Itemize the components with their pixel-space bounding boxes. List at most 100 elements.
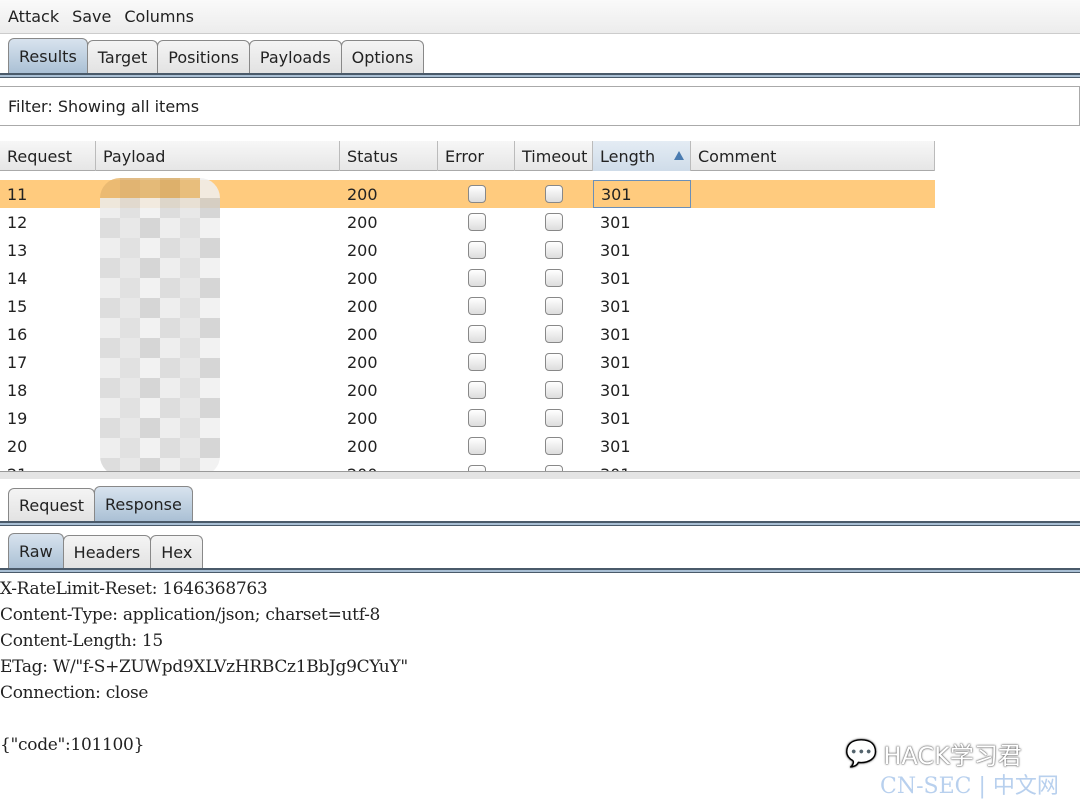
cell-request: 21 (0, 460, 96, 472)
col-request[interactable]: Request (0, 141, 96, 171)
cell-status: 200 (347, 240, 378, 260)
mosaic-tile (140, 238, 160, 258)
mosaic-tile (120, 358, 140, 378)
mosaic-tile (120, 238, 140, 258)
tab-options[interactable]: Options (340, 40, 425, 74)
mosaic-tile (120, 198, 140, 218)
tab-payloads[interactable]: Payloads (248, 40, 342, 74)
watermark-text: HACK学习君 (883, 742, 1022, 770)
mosaic-tile (120, 258, 140, 278)
cell-status: 200 (347, 296, 378, 316)
mosaic-tile (140, 198, 160, 218)
mosaic-tile (200, 338, 220, 358)
mosaic-tile (180, 178, 200, 198)
timeout-checkbox[interactable] (545, 325, 563, 343)
error-checkbox[interactable] (467, 185, 486, 203)
timeout-checkbox[interactable] (545, 241, 563, 259)
col-status[interactable]: Status (340, 141, 438, 171)
col-timeout[interactable]: Timeout (515, 141, 593, 171)
mosaic-tile (160, 338, 180, 358)
watermark: 💬 HACK学习君 (845, 736, 1022, 771)
mosaic-tile (180, 338, 200, 358)
table-header: Request Payload Status Error Timeout Len… (0, 141, 935, 171)
mosaic-tile (100, 258, 120, 278)
timeout-checkbox[interactable] (545, 409, 563, 427)
error-checkbox[interactable] (467, 437, 486, 455)
error-checkbox[interactable] (467, 269, 486, 287)
col-error[interactable]: Error (438, 141, 515, 171)
mosaic-tile (200, 378, 220, 398)
mosaic-tile (120, 278, 140, 298)
tab-divider (0, 521, 1080, 526)
tab-headers[interactable]: Headers (62, 535, 152, 569)
mosaic-tile (160, 198, 180, 218)
error-checkbox[interactable] (467, 381, 486, 399)
mosaic-tile (160, 238, 180, 258)
error-checkbox[interactable] (467, 213, 486, 231)
cell-request: 20 (7, 436, 28, 456)
mosaic-tile (200, 318, 220, 338)
response-body[interactable]: X-RateLimit-Reset: 1646368763 Content-Typ… (0, 576, 408, 758)
cell-status: 200 (347, 408, 378, 428)
col-comment[interactable]: Comment (691, 141, 935, 171)
error-checkbox[interactable] (467, 353, 486, 371)
tab-results[interactable]: Results (8, 38, 88, 74)
cell-timeout (515, 264, 593, 292)
error-checkbox[interactable] (467, 409, 486, 427)
col-length[interactable]: Length (593, 141, 691, 171)
cell-request: 16 (7, 324, 28, 344)
error-checkbox[interactable] (467, 325, 486, 343)
tab-response[interactable]: Response (94, 486, 193, 522)
mosaic-tile (200, 358, 220, 378)
mosaic-tile (180, 418, 200, 438)
col-payload[interactable]: Payload (96, 141, 340, 171)
cell-timeout (515, 432, 593, 460)
timeout-checkbox[interactable] (545, 437, 563, 455)
menu-attack[interactable]: Attack (8, 7, 59, 26)
mosaic-tile (200, 258, 220, 278)
mosaic-tile (160, 218, 180, 238)
cell-comment (691, 236, 935, 264)
mosaic-tile (180, 378, 200, 398)
error-checkbox[interactable] (467, 241, 486, 259)
mosaic-tile (140, 318, 160, 338)
timeout-checkbox[interactable] (545, 269, 563, 287)
error-checkbox[interactable] (467, 297, 486, 315)
timeout-checkbox[interactable] (545, 381, 563, 399)
mosaic-tile (180, 318, 200, 338)
mosaic-tile (200, 418, 220, 438)
mosaic-tile (140, 398, 160, 418)
mosaic-tile (200, 438, 220, 458)
tab-request[interactable]: Request (8, 488, 95, 522)
tab-positions[interactable]: Positions (157, 40, 250, 74)
cell-status: 200 (347, 212, 378, 232)
split-divider[interactable] (0, 471, 1080, 479)
cell-request: 13 (7, 240, 28, 260)
mosaic-tile (140, 258, 160, 278)
mosaic-tile (100, 218, 120, 238)
cell-length: 301 (600, 212, 631, 232)
timeout-checkbox[interactable] (545, 353, 563, 371)
tab-hex[interactable]: Hex (150, 535, 204, 569)
timeout-checkbox[interactable] (545, 185, 563, 203)
mosaic-tile (140, 298, 160, 318)
mosaic-tile (120, 418, 140, 438)
cell-error (438, 320, 515, 348)
tab-target[interactable]: Target (86, 40, 159, 74)
cell-request: 11 (7, 184, 28, 204)
timeout-checkbox[interactable] (545, 297, 563, 315)
cell-comment (691, 376, 935, 404)
mosaic-tile (120, 298, 140, 318)
cell-length: 301 (600, 296, 631, 316)
cell-length: 301 (600, 352, 631, 372)
mosaic-tile (100, 358, 120, 378)
tab-raw[interactable]: Raw (8, 533, 64, 569)
mosaic-tile (200, 278, 220, 298)
cell-length: 301 (593, 460, 691, 472)
menu-columns[interactable]: Columns (124, 7, 194, 26)
menu-save[interactable]: Save (72, 7, 111, 26)
timeout-checkbox[interactable] (545, 213, 563, 231)
mosaic-tile (180, 438, 200, 458)
filter-bar[interactable]: Filter: Showing all items (0, 86, 1080, 126)
mosaic-tile (200, 198, 220, 218)
